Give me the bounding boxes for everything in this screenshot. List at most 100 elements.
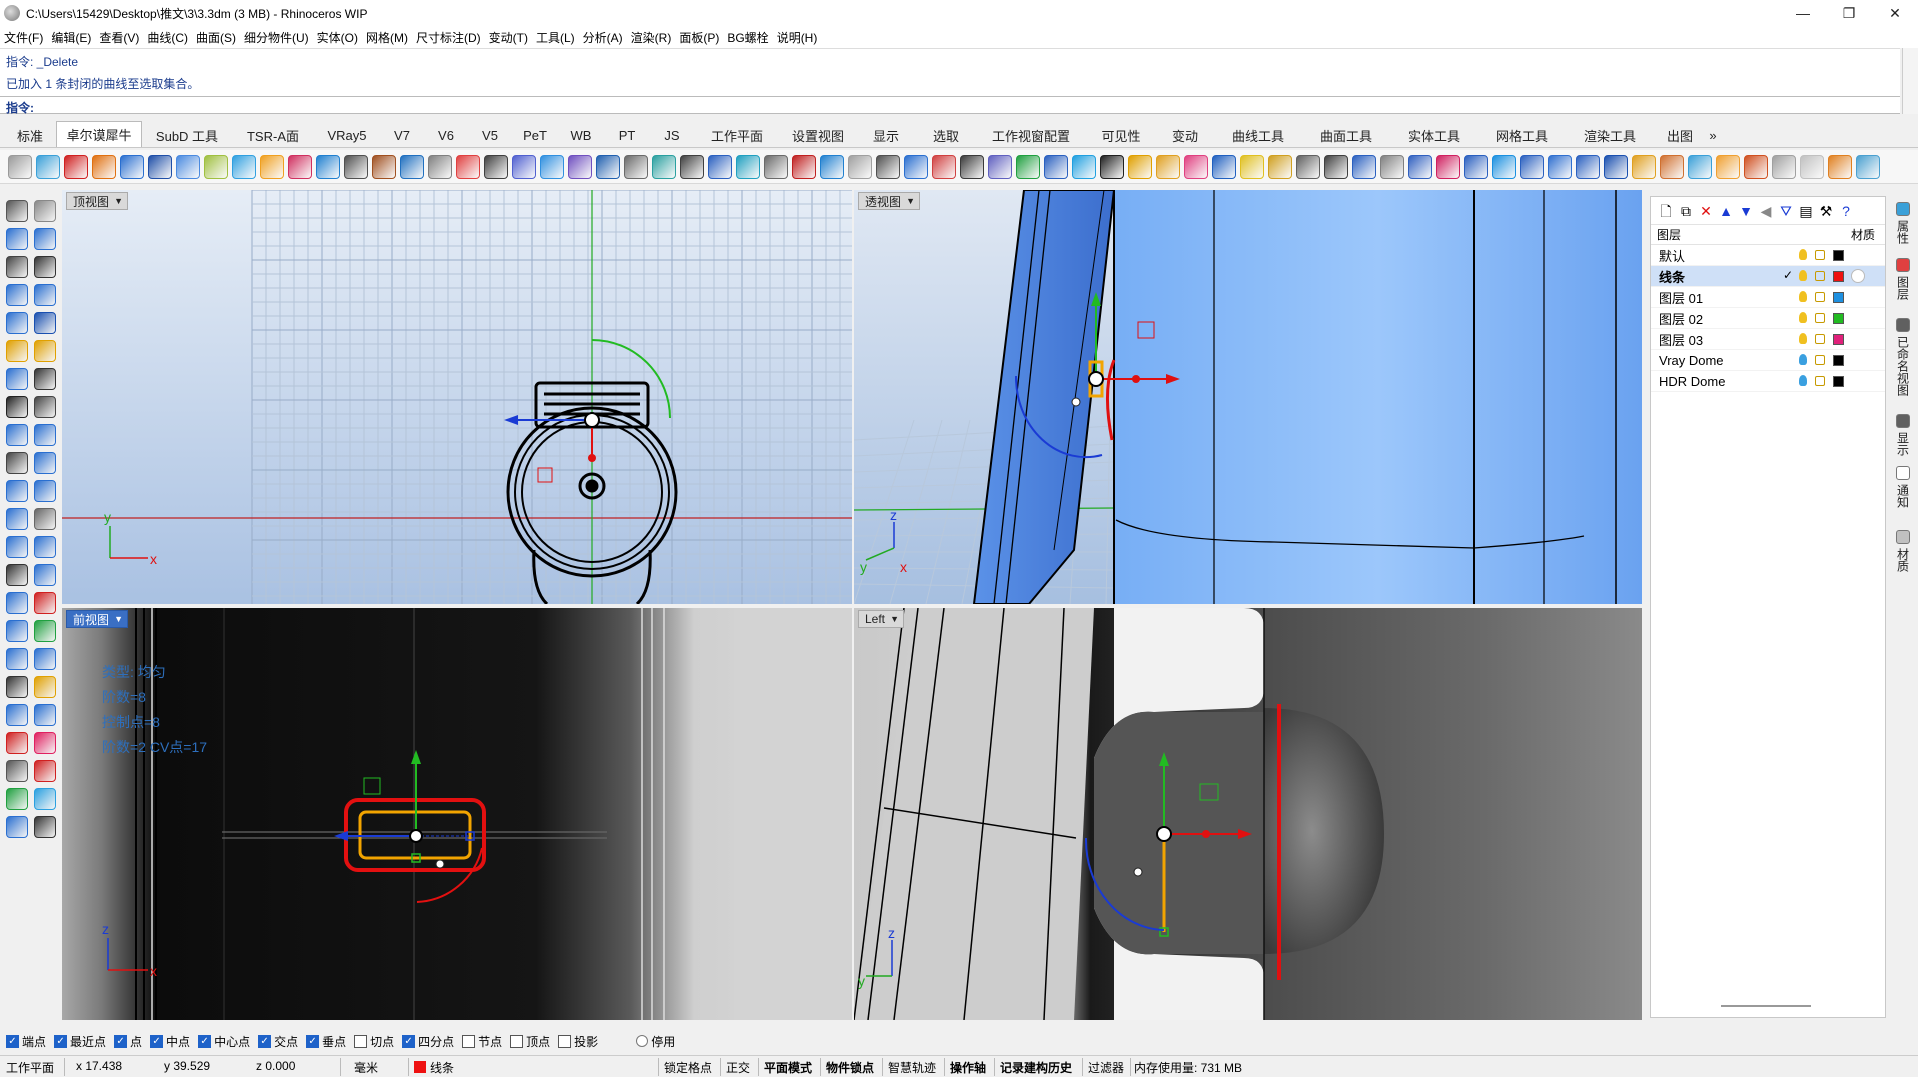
toolbar-tab[interactable]: V5 (468, 123, 512, 147)
menu-item[interactable]: 说明(H) (777, 29, 826, 46)
toolbar-tab[interactable]: TSR-A面 (232, 123, 314, 147)
toolbar-tool-icon[interactable] (1688, 154, 1712, 179)
toolbar-tool-icon[interactable] (36, 154, 60, 179)
toolbar-tool-icon[interactable] (1240, 154, 1264, 179)
toolbar-tab[interactable]: 标准 (4, 123, 56, 147)
left-toolbar-tool-icon[interactable] (6, 284, 28, 306)
toolbar-tab[interactable]: VRay5 (314, 123, 380, 147)
maximize-icon[interactable]: ❐ (1826, 0, 1872, 26)
left-toolbar-tool-icon[interactable] (6, 508, 28, 530)
toolbar-tool-icon[interactable] (1016, 154, 1040, 179)
toolbar-tool-icon[interactable] (456, 154, 480, 179)
layer-states-icon[interactable]: ▤ (1799, 204, 1813, 218)
toolbar-tool-icon[interactable] (904, 154, 928, 179)
toolbar-tool-icon[interactable] (1856, 154, 1880, 179)
left-toolbar-tool-icon[interactable] (34, 228, 56, 250)
viewport-front-label[interactable]: 前视图 ▼ (66, 610, 129, 628)
left-toolbar-tool-icon[interactable] (6, 620, 28, 642)
osnap-checkbox[interactable] (558, 1034, 572, 1048)
left-toolbar-tool-icon[interactable] (34, 816, 56, 838)
help-icon[interactable]: ? (1839, 204, 1853, 218)
side-tab[interactable]: 通知 (1892, 466, 1914, 508)
toolbar-tab[interactable]: JS (650, 123, 694, 147)
menu-item[interactable]: 尺寸标注(D) (416, 29, 489, 46)
toolbar-tool-icon[interactable] (1576, 154, 1600, 179)
toolbar-tool-icon[interactable] (176, 154, 200, 179)
toolbar-tab[interactable]: 卓尔谟犀牛 (56, 121, 142, 147)
osnap-checkbox[interactable] (354, 1034, 368, 1048)
status-osnap[interactable]: 物件锁点 (826, 1059, 874, 1076)
left-toolbar-tool-icon[interactable] (34, 536, 56, 558)
osnap-item[interactable]: 顶点 (510, 1033, 550, 1050)
toolbar-tool-icon[interactable] (1324, 154, 1348, 179)
toolbar-tool-icon[interactable] (428, 154, 452, 179)
toolbar-tool-icon[interactable] (1408, 154, 1432, 179)
left-toolbar-tool-icon[interactable] (34, 200, 56, 222)
status-filter[interactable]: 过滤器 (1088, 1059, 1124, 1076)
toolbar-tab[interactable]: 出图 (1654, 123, 1706, 147)
viewport-left-canvas[interactable]: z y (854, 608, 1642, 1020)
lock-icon[interactable] (1815, 271, 1825, 281)
toolbar-tab[interactable]: SubD 工具 (142, 123, 232, 147)
left-toolbar-tool-icon[interactable] (6, 760, 28, 782)
viewport-top[interactable]: y x 顶视图 ▼ (62, 190, 852, 604)
toolbar-tool-icon[interactable] (820, 154, 844, 179)
toolbar-tool-icon[interactable] (400, 154, 424, 179)
toolbar-tab[interactable]: 变动 (1156, 123, 1214, 147)
toolbar-tab[interactable]: 曲线工具 (1214, 123, 1302, 147)
toolbar-tool-icon[interactable] (204, 154, 228, 179)
osnap-item[interactable]: 停用 (636, 1033, 675, 1050)
lightbulb-icon[interactable] (1799, 270, 1807, 281)
menu-item[interactable]: 文件(F) (4, 29, 51, 46)
status-units[interactable]: 毫米 (354, 1059, 378, 1076)
osnap-checkbox[interactable]: ✓ (198, 1034, 212, 1048)
move-up-icon[interactable]: ▲ (1719, 204, 1733, 218)
osnap-checkbox[interactable]: ✓ (114, 1034, 128, 1048)
osnap-checkbox[interactable]: ✓ (258, 1034, 272, 1048)
toolbar-tool-icon[interactable] (8, 154, 32, 179)
toolbar-tool-icon[interactable] (1268, 154, 1292, 179)
toolbar-tab[interactable]: 可见性 (1086, 123, 1156, 147)
left-toolbar-tool-icon[interactable] (34, 284, 56, 306)
toolbar-tab[interactable]: 选取 (916, 123, 976, 147)
close-icon[interactable]: ✕ (1872, 0, 1918, 26)
osnap-item[interactable]: ✓ 四分点 (402, 1033, 454, 1050)
new-layer-icon[interactable]: 🗋 (1659, 204, 1673, 218)
status-record-history[interactable]: 记录建构历史 (1000, 1059, 1072, 1076)
osnap-item[interactable]: 投影 (558, 1033, 598, 1050)
menu-item[interactable]: 网格(M) (366, 29, 416, 46)
toolbar-tool-icon[interactable] (1520, 154, 1544, 179)
osnap-checkbox[interactable] (510, 1034, 524, 1048)
osnap-item[interactable]: ✓ 中心点 (198, 1033, 250, 1050)
chevron-down-icon[interactable]: ▼ (890, 614, 899, 624)
toolbar-tab[interactable]: V7 (380, 123, 424, 147)
menu-item[interactable]: BG螺栓 (727, 29, 776, 46)
toolbar-tab[interactable]: 显示 (856, 123, 916, 147)
left-toolbar-tool-icon[interactable] (6, 228, 28, 250)
toolbar-tool-icon[interactable] (1772, 154, 1796, 179)
layer-color-swatch[interactable] (1833, 376, 1844, 387)
left-toolbar-tool-icon[interactable] (34, 704, 56, 726)
side-tab[interactable]: 图层 (1892, 258, 1914, 300)
disable-osnap-radio[interactable] (636, 1035, 649, 1047)
menu-item[interactable]: 曲面(S) (196, 29, 244, 46)
status-gumball[interactable]: 操作轴 (950, 1059, 986, 1076)
menu-item[interactable]: 编辑(E) (51, 29, 99, 46)
move-down-icon[interactable]: ▼ (1739, 204, 1753, 218)
status-ortho[interactable]: 正交 (726, 1059, 750, 1076)
delete-layer-icon[interactable]: ✕ (1699, 204, 1713, 218)
lock-icon[interactable] (1815, 376, 1825, 386)
left-toolbar-tool-icon[interactable] (34, 732, 56, 754)
status-grid-snap[interactable]: 锁定格点 (664, 1059, 712, 1076)
left-toolbar-tool-icon[interactable] (6, 676, 28, 698)
left-toolbar-tool-icon[interactable] (6, 396, 28, 418)
menu-item[interactable]: 实体(O) (317, 29, 366, 46)
side-tab[interactable]: 已命名视图 (1892, 318, 1914, 396)
toolbar-tool-icon[interactable] (1352, 154, 1376, 179)
status-planar[interactable]: 平面模式 (764, 1059, 812, 1076)
layer-color-swatch[interactable] (1833, 292, 1844, 303)
osnap-checkbox[interactable]: ✓ (306, 1034, 320, 1048)
filter-icon[interactable]: ⛛ (1779, 204, 1793, 218)
viewport-perspective-canvas[interactable]: z y x (854, 190, 1642, 604)
left-toolbar-tool-icon[interactable] (34, 424, 56, 446)
